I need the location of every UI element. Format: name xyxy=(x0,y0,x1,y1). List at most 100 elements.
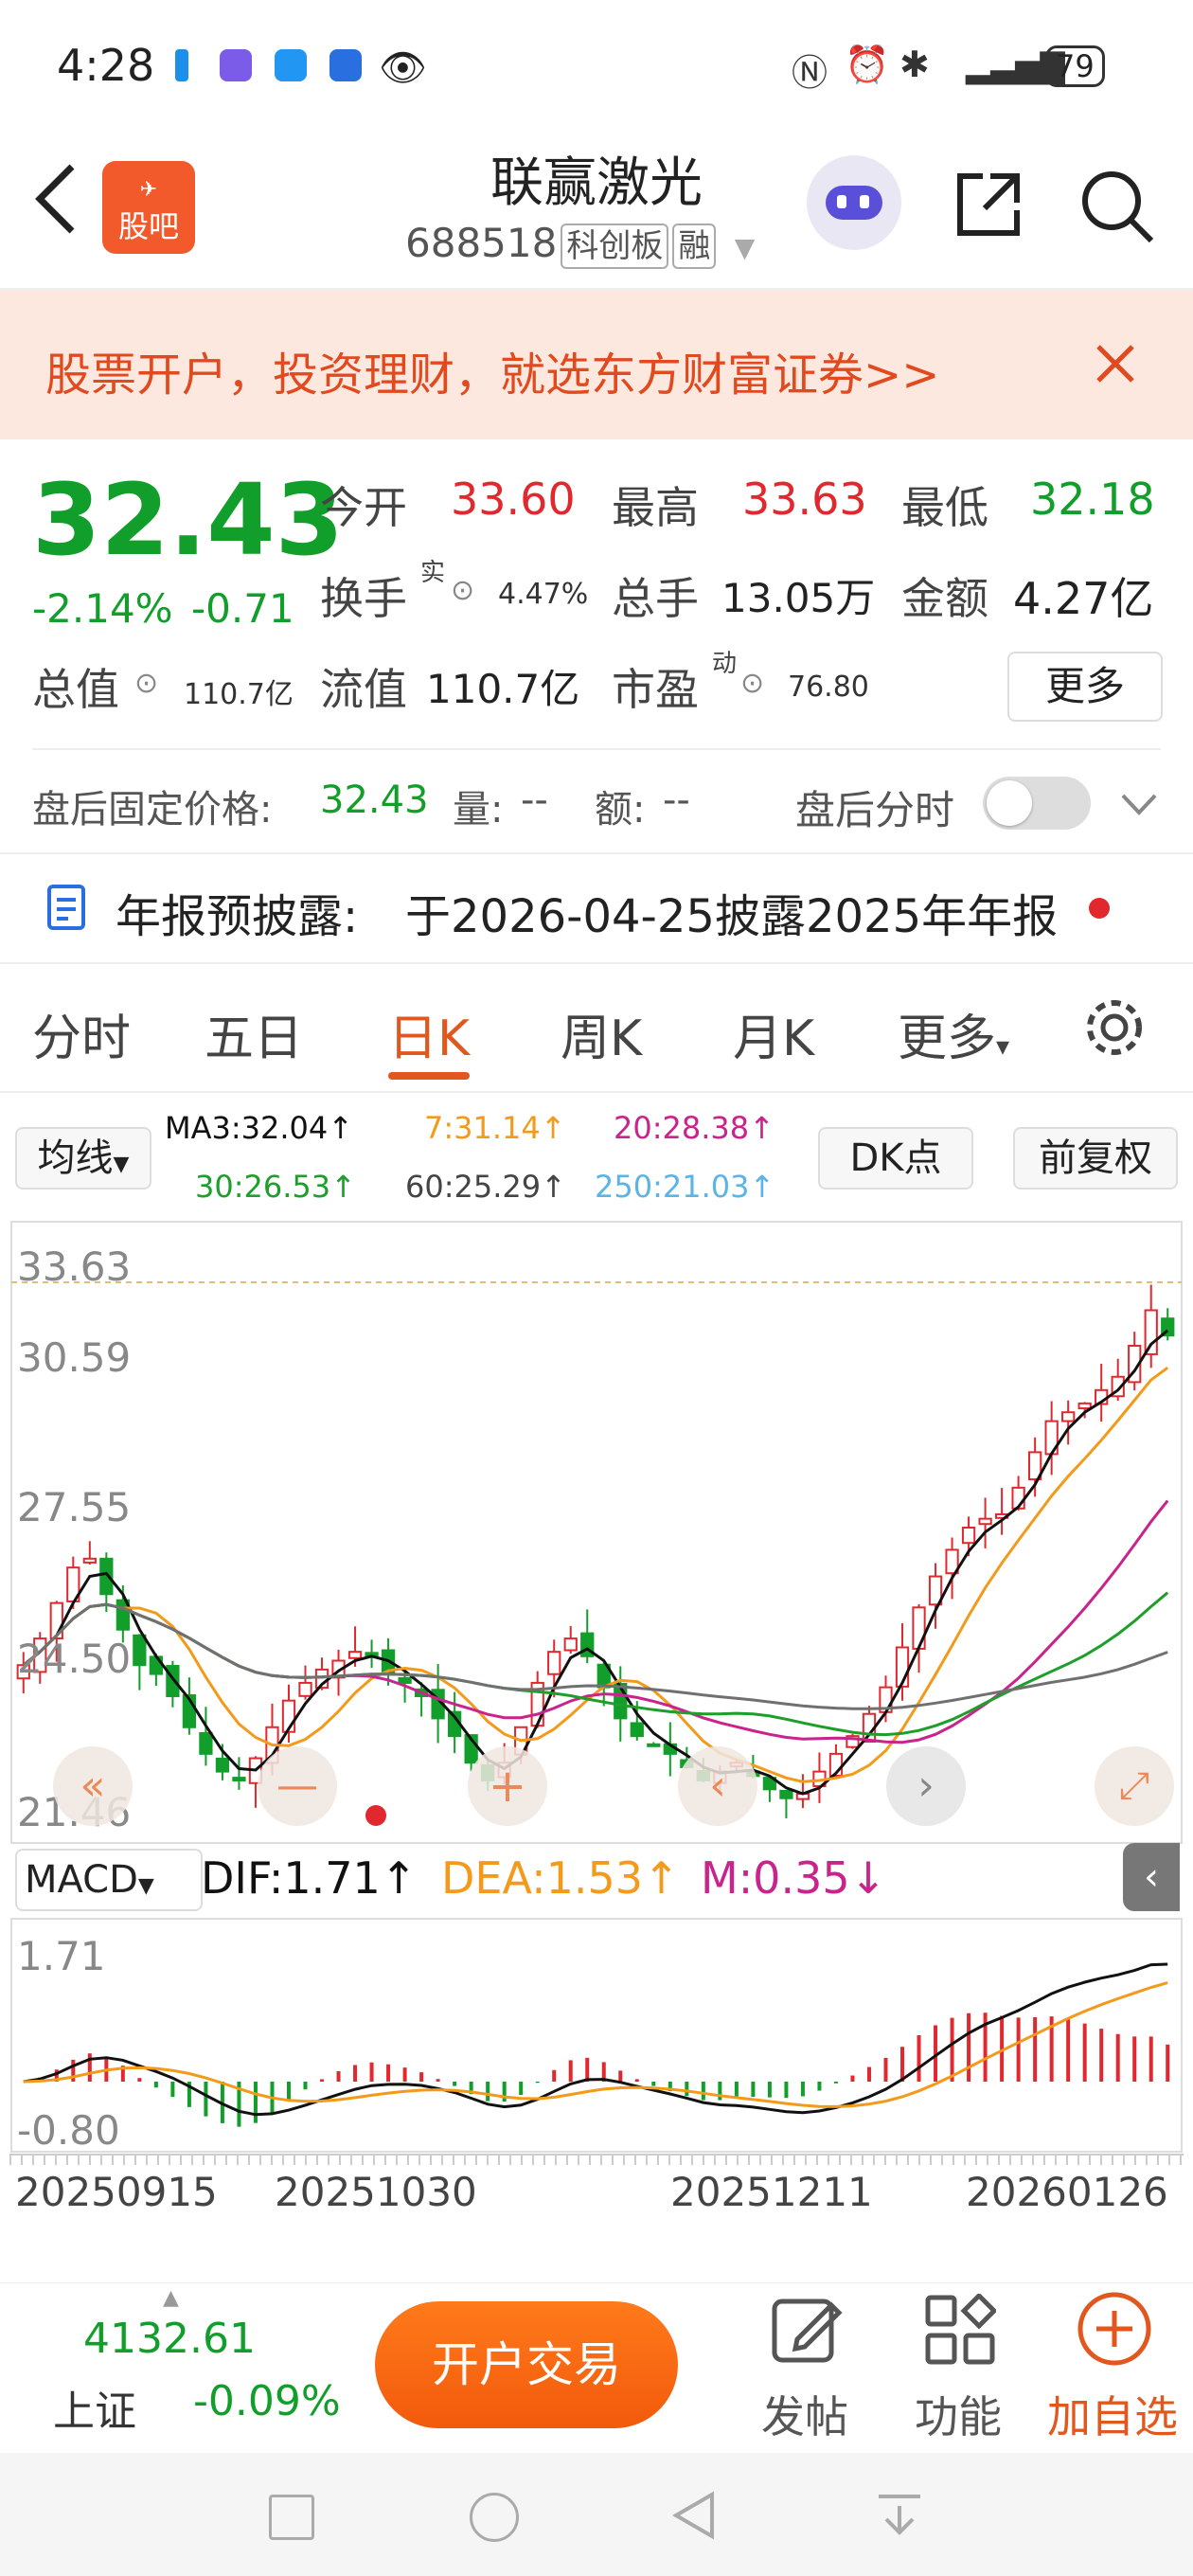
add-watchlist-icon[interactable] xyxy=(1076,2290,1153,2368)
collapse-panel-icon[interactable]: ‹ xyxy=(1123,1843,1180,1911)
add-watchlist-label[interactable]: 加自选 xyxy=(1047,2383,1178,2445)
robot-avatar-icon[interactable] xyxy=(807,155,901,250)
prev-icon[interactable]: ‹ xyxy=(678,1746,757,1826)
macd-chart[interactable]: 1.71 -0.80 xyxy=(9,1917,1184,2154)
fullscreen-icon[interactable]: ⤢ xyxy=(1095,1746,1174,1826)
notice-label: 年报预披露: xyxy=(116,890,359,943)
volume-value: 13.05万 xyxy=(721,575,876,621)
stock-code: 688518 xyxy=(405,220,558,266)
open-account-trade-button[interactable]: 开户交易 xyxy=(375,2301,678,2428)
board-tag: 科创板 xyxy=(561,224,669,269)
battery-icon: 79 xyxy=(1045,45,1105,87)
volume-label: 总手 xyxy=(612,573,699,624)
after-hours-vol-label: 量: xyxy=(453,788,504,832)
index-change[interactable]: -0.09% xyxy=(193,2377,341,2425)
active-tab-underline xyxy=(388,1072,470,1080)
nfc-icon: Ⓝ xyxy=(792,52,828,94)
adjust-button[interactable]: 前复权 xyxy=(1013,1127,1178,1190)
more-button[interactable]: 更多 xyxy=(1007,652,1163,722)
functions-label[interactable]: 功能 xyxy=(915,2383,1002,2445)
after-hours-amt: -- xyxy=(663,778,690,822)
macd-y-tick-label: 1.71 xyxy=(17,1933,106,1979)
eye-icon: 👁 xyxy=(379,46,427,90)
stock-code-row[interactable]: 688518 科创板融 ▼ xyxy=(405,220,755,269)
open-label: 今开 xyxy=(320,482,407,533)
low-value: 32.18 xyxy=(1030,474,1155,525)
kline-chart-frame xyxy=(10,1221,1183,1844)
macd-y-tick-label: -0.80 xyxy=(17,2107,120,2154)
status-bar: 4:28 👁 Ⓝ ⏰ ✱ ▂▃▅▇ 79 xyxy=(0,0,1193,133)
after-hours-price: 32.43 xyxy=(320,778,429,822)
after-hours-toggle[interactable] xyxy=(983,777,1091,830)
tab-wuri[interactable]: 五日 xyxy=(205,998,303,1069)
next-icon[interactable]: › xyxy=(886,1746,966,1826)
mktcap-value: 110.7亿 xyxy=(184,678,294,711)
recent-apps-icon[interactable] xyxy=(269,2495,314,2540)
tab-week-k[interactable]: 周K xyxy=(561,998,642,1069)
kline-chart[interactable]: 33.63 30.59 27.55 24.50 21.46 xyxy=(9,1220,1184,1845)
ma3-value: MA3:32.04↑ xyxy=(165,1110,354,1146)
bluetooth-icon: ✱ xyxy=(899,44,930,85)
zoom-out-icon[interactable]: — xyxy=(258,1746,337,1826)
dk-button[interactable]: DK点 xyxy=(818,1127,973,1190)
low-label: 最低 xyxy=(901,482,988,533)
ma-select[interactable]: 均线▼ xyxy=(15,1127,151,1190)
macd-dea: DEA:1.53↑ xyxy=(441,1852,680,1904)
tab-fenshi[interactable]: 分时 xyxy=(32,998,131,1069)
hide-nav-icon[interactable] xyxy=(875,2491,924,2540)
zoom-in-icon[interactable]: + xyxy=(468,1746,547,1826)
info-dots-icon[interactable]: ⊙ xyxy=(451,574,474,607)
float-label: 流值 xyxy=(320,664,407,715)
home-icon[interactable] xyxy=(470,2493,519,2542)
info-dots-icon[interactable]: ⊙ xyxy=(740,667,764,700)
dropdown-triangle-icon: ▼ xyxy=(734,232,756,263)
index-value[interactable]: 4132.61 xyxy=(83,2315,256,2363)
caret-down-icon: ▾ xyxy=(996,1030,1010,1062)
tab-more-label: 更多 xyxy=(898,1011,997,1067)
y-tick-label: 24.50 xyxy=(17,1636,131,1682)
tab-month-k[interactable]: 月K xyxy=(733,998,814,1069)
after-hours-label: 盘后固定价格: xyxy=(32,788,273,832)
x-tick-label: 20251211 xyxy=(670,2169,873,2215)
caret-down-icon: ▼ xyxy=(137,1874,154,1898)
ma20-value: 20:28.38↑ xyxy=(614,1110,775,1146)
after-hours-intraday-label: 盘后分时 xyxy=(795,787,955,833)
notice-text[interactable]: 于2026-04-25披露2025年年报 xyxy=(405,879,1058,945)
post-label[interactable]: 发帖 xyxy=(761,2383,848,2445)
back-nav-icon[interactable] xyxy=(672,2491,716,2540)
index-name[interactable]: 上证 xyxy=(53,2377,136,2438)
amount-value: 4.27亿 xyxy=(1013,573,1154,624)
info-dots-icon[interactable]: ⊙ xyxy=(134,667,158,700)
tab-more[interactable]: 更多▾ xyxy=(898,998,1009,1069)
after-hours-vol: -- xyxy=(521,778,548,822)
voice-notification-icon xyxy=(329,49,362,81)
close-icon[interactable] xyxy=(1095,343,1136,385)
status-time: 4:28 xyxy=(57,40,155,91)
ma-select-label: 均线 xyxy=(37,1136,114,1180)
edit-post-icon[interactable] xyxy=(769,2292,845,2368)
search-icon[interactable] xyxy=(1077,167,1157,246)
system-nav-bar xyxy=(0,2453,1193,2576)
y-tick-label: 33.63 xyxy=(17,1243,131,1290)
margin-tag: 融 xyxy=(672,224,717,269)
macd-select[interactable]: MACD▼ xyxy=(15,1849,203,1911)
pe-sup: 动 xyxy=(712,650,738,678)
tab-day-k[interactable]: 日K xyxy=(388,998,470,1069)
scroll-left-icon[interactable]: « xyxy=(53,1746,133,1826)
ma7-value: 7:31.14↑ xyxy=(424,1110,566,1146)
promo-banner[interactable]: 股票开户，投资理财，就选东方财富证券>> xyxy=(0,290,1193,439)
functions-grid-icon[interactable] xyxy=(924,2294,996,2366)
pe-value: 76.80 xyxy=(788,671,869,704)
high-value: 33.63 xyxy=(742,474,867,525)
y-tick-label: 27.55 xyxy=(17,1484,131,1530)
share-icon[interactable] xyxy=(951,167,1026,242)
message-notification-icon xyxy=(275,49,307,81)
notice-unread-dot xyxy=(1089,898,1110,919)
ma30-value: 30:26.53↑ xyxy=(195,1169,356,1205)
chevron-down-icon[interactable] xyxy=(1119,790,1159,818)
macd-dif: DIF:1.71↑ xyxy=(201,1852,418,1904)
date-axis-ticks xyxy=(9,2154,1184,2165)
y-tick-label: 30.59 xyxy=(17,1334,131,1381)
caret-up-icon: ▲ xyxy=(163,2286,179,2310)
settings-gear-icon[interactable] xyxy=(1081,994,1148,1061)
